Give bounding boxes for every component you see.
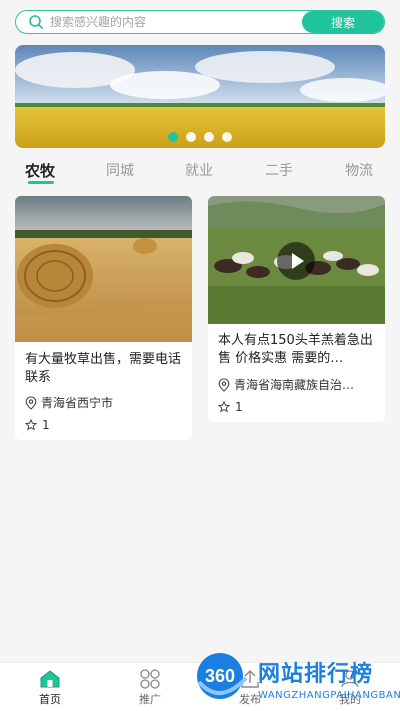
post-image: [15, 196, 192, 342]
category-tabs: 农牧 同城 就业 二手 物流: [0, 152, 400, 188]
post-location-text: 青海省西宁市: [41, 396, 114, 410]
favorite-count: 1: [42, 418, 50, 432]
watermark-badge: 360: [205, 666, 235, 686]
play-icon[interactable]: [276, 241, 316, 281]
tab-logistics[interactable]: 物流: [345, 160, 373, 180]
watermark-subtitle: WANGZHANGPAIHANGBANG: [258, 690, 400, 701]
tab-jobs[interactable]: 就业: [185, 160, 213, 180]
nav-label: 首页: [39, 693, 61, 706]
location-pin-icon: [218, 377, 230, 392]
favorite-count: 1: [235, 400, 243, 414]
post-location-text: 青海省海南藏族自治…: [234, 378, 355, 392]
post-title: 本人有点150头羊羔着急出售 价格实惠 需要的…: [218, 333, 373, 366]
tab-second-hand[interactable]: 二手: [265, 160, 293, 180]
carousel-dot[interactable]: [222, 132, 232, 142]
grid-icon: [140, 669, 160, 689]
watermark-title: 网站排行榜: [258, 662, 374, 687]
star-icon: [25, 419, 37, 431]
carousel-dot[interactable]: [168, 132, 178, 142]
post-favorites[interactable]: 1: [25, 418, 50, 432]
post-location: 青海省西宁市: [25, 394, 185, 411]
search-button[interactable]: 搜索: [302, 11, 384, 33]
nav-item-promote[interactable]: 推广: [120, 669, 180, 707]
search-icon: [29, 15, 43, 29]
post-location: 青海省海南藏族自治…: [218, 376, 378, 393]
active-tab-indicator: [28, 181, 54, 184]
star-icon: [218, 401, 230, 413]
tab-local[interactable]: 同城: [106, 160, 134, 180]
post-card[interactable]: 本人有点150头羊羔着急出售 价格实惠 需要的… 青海省海南藏族自治… 1: [208, 196, 385, 422]
location-pin-icon: [25, 395, 37, 410]
carousel-dot[interactable]: [204, 132, 214, 142]
post-card[interactable]: 有大量牧草出售，需要电话联系 青海省西宁市 1: [15, 196, 192, 440]
banner-carousel[interactable]: [15, 45, 385, 148]
search-bar: 搜索: [15, 10, 385, 34]
post-title: 有大量牧草出售，需要电话联系: [25, 352, 182, 385]
nav-label: 推广: [139, 693, 161, 706]
carousel-dot[interactable]: [186, 132, 196, 142]
search-input[interactable]: [44, 11, 302, 33]
post-favorites[interactable]: 1: [218, 400, 243, 414]
nav-item-home[interactable]: 首页: [20, 669, 80, 707]
tab-farming[interactable]: 农牧: [25, 160, 55, 181]
carousel-indicator: [15, 132, 385, 142]
home-icon: [40, 670, 60, 688]
